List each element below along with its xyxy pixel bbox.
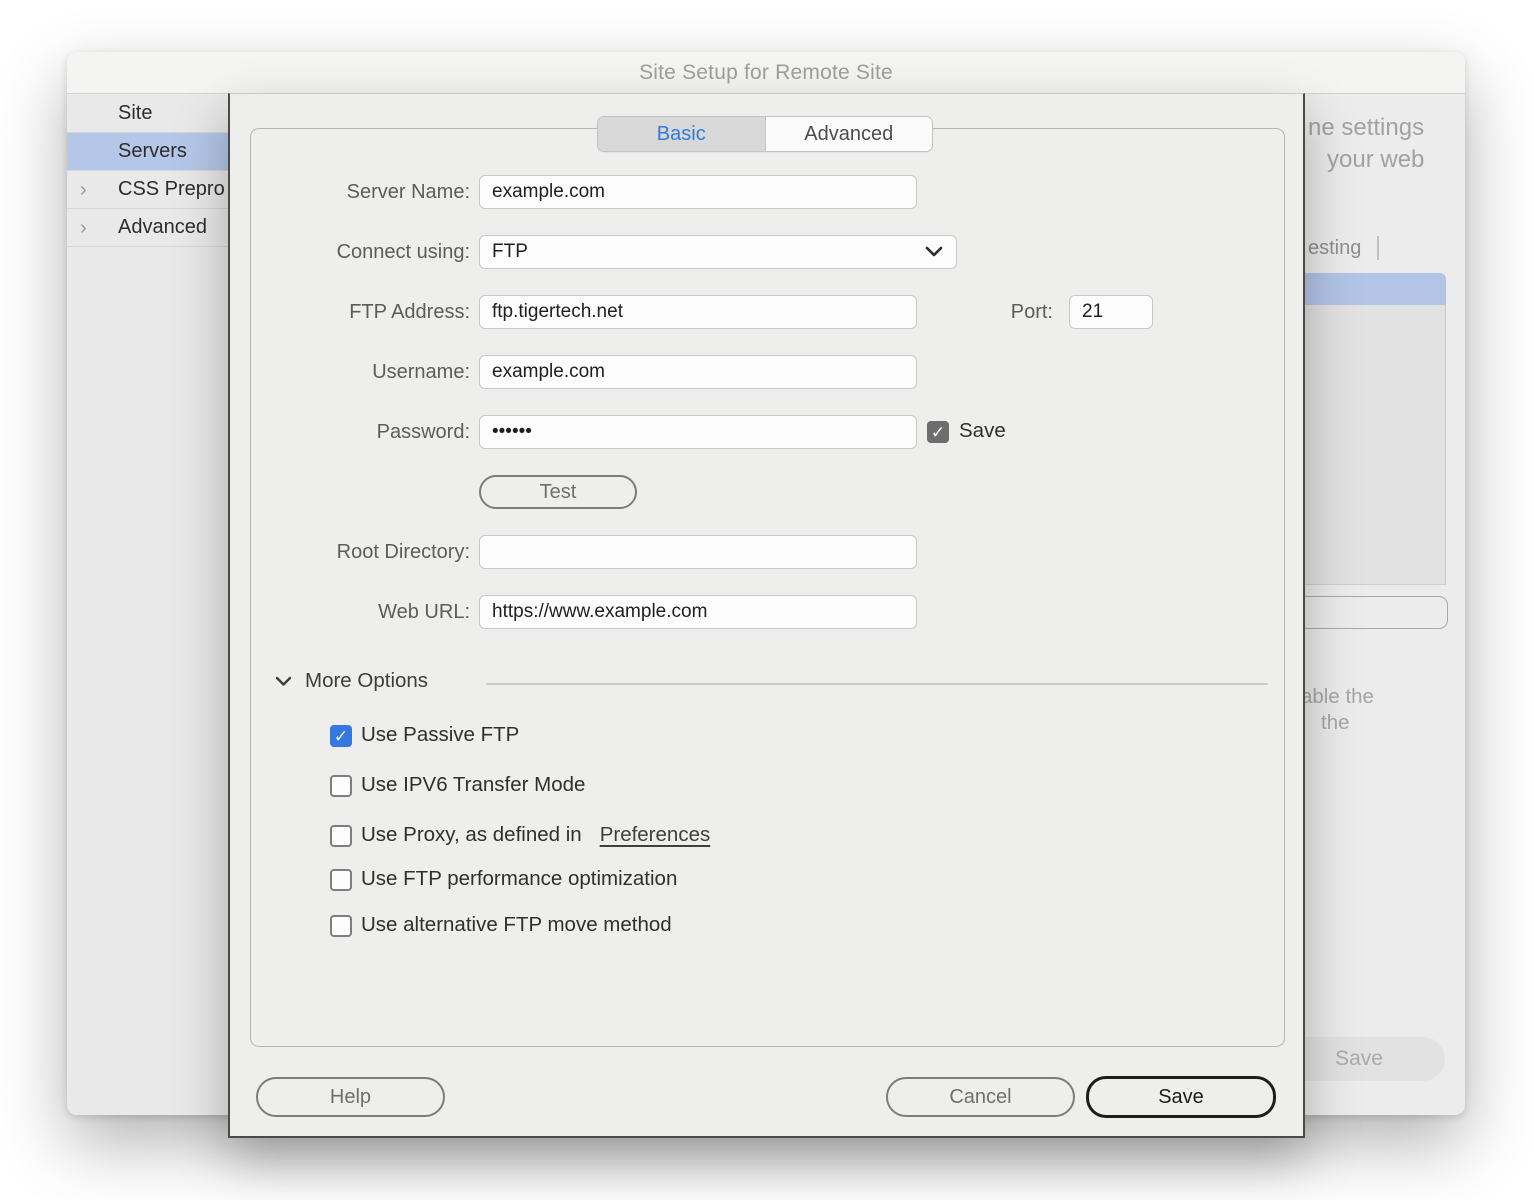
server-settings-sheet: Basic Advanced Server Name: Connect usin… [228,93,1305,1138]
connect-using-value: FTP [492,241,528,263]
server-name-label: Server Name: [239,175,470,209]
sidebar-item-advanced[interactable]: › Advanced [67,209,228,247]
save-password-checkbox[interactable]: ✓ [927,421,949,443]
connect-using-select[interactable]: FTP [479,235,957,269]
server-name-field[interactable] [479,175,917,209]
background-tab-fragment: esting [1308,236,1379,260]
use-ftp-performance-label: Use FTP performance optimization [361,867,677,891]
use-passive-ftp-label: Use Passive FTP [361,723,519,747]
password-label: Password: [239,415,470,449]
password-field[interactable] [479,415,917,449]
chevron-right-icon: › [80,180,87,200]
more-options-label: More Options [305,669,428,693]
use-ipv6-checkbox[interactable]: ✓ [330,775,352,797]
section-divider [486,683,1268,685]
save-button[interactable]: Save [1086,1076,1276,1118]
basic-advanced-tabs: Basic Advanced [597,116,933,152]
ftp-address-label: FTP Address: [239,295,470,329]
chevron-down-icon [925,246,943,258]
background-paragraph-fragment: the [1321,711,1350,735]
chevron-right-icon: › [80,218,87,238]
use-passive-ftp-checkbox[interactable]: ✓ [330,725,352,747]
sidebar-item-label: Site [118,102,152,125]
connect-using-label: Connect using: [239,235,470,269]
sidebar-item-css-preprocessors[interactable]: › CSS Prepro [67,171,228,209]
use-proxy-checkbox[interactable]: ✓ [330,825,352,847]
chevron-down-icon [275,676,292,687]
save-password-label: Save [959,419,1006,443]
port-label: Port: [969,295,1053,329]
use-proxy-label: Use Proxy, as defined inPreferences [361,823,710,847]
ftp-address-field[interactable] [479,295,917,329]
cancel-button[interactable]: Cancel [886,1077,1075,1117]
window-title: Site Setup for Remote Site [639,61,893,85]
use-ftp-performance-checkbox[interactable]: ✓ [330,869,352,891]
more-options-toggle[interactable]: More Options [275,669,428,693]
sidebar-item-label: CSS Prepro [118,178,225,201]
use-ipv6-label: Use IPV6 Transfer Mode [361,773,585,797]
checkmark-icon: ✓ [931,424,945,441]
window-titlebar: Site Setup for Remote Site [67,52,1465,94]
sidebar-item-site[interactable]: Site [67,95,228,133]
background-rounded-box [1305,596,1448,629]
username-field[interactable] [479,355,917,389]
root-directory-label: Root Directory: [239,535,470,569]
background-save-button: Save [1305,1037,1445,1081]
background-text-fragment: ne settings [1308,114,1424,142]
sidebar-item-servers[interactable]: Servers [67,133,228,171]
root-directory-field[interactable] [479,535,917,569]
tab-advanced[interactable]: Advanced [765,117,933,151]
web-url-field[interactable] [479,595,917,629]
use-alternative-ftp-label: Use alternative FTP move method [361,913,672,937]
background-window-fragment: ne settings your web esting able the the… [1305,94,1465,1115]
sidebar-item-label: Advanced [118,216,207,239]
tab-basic[interactable]: Basic [598,117,765,151]
sidebar: Site Servers › CSS Prepro › Advanced [67,95,228,1115]
web-url-label: Web URL: [239,595,470,629]
use-alternative-ftp-checkbox[interactable]: ✓ [330,915,352,937]
sidebar-item-label: Servers [118,140,187,163]
background-server-table [1305,305,1446,585]
help-button[interactable]: Help [256,1077,445,1117]
preferences-link[interactable]: Preferences [600,823,711,846]
background-paragraph-fragment: able the [1305,685,1374,709]
background-selected-row [1305,273,1446,305]
port-field[interactable] [1069,295,1153,329]
background-text-fragment: your web [1327,146,1424,174]
tab-divider [1377,236,1379,260]
test-button[interactable]: Test [479,475,637,509]
checkmark-icon: ✓ [334,728,348,745]
username-label: Username: [239,355,470,389]
